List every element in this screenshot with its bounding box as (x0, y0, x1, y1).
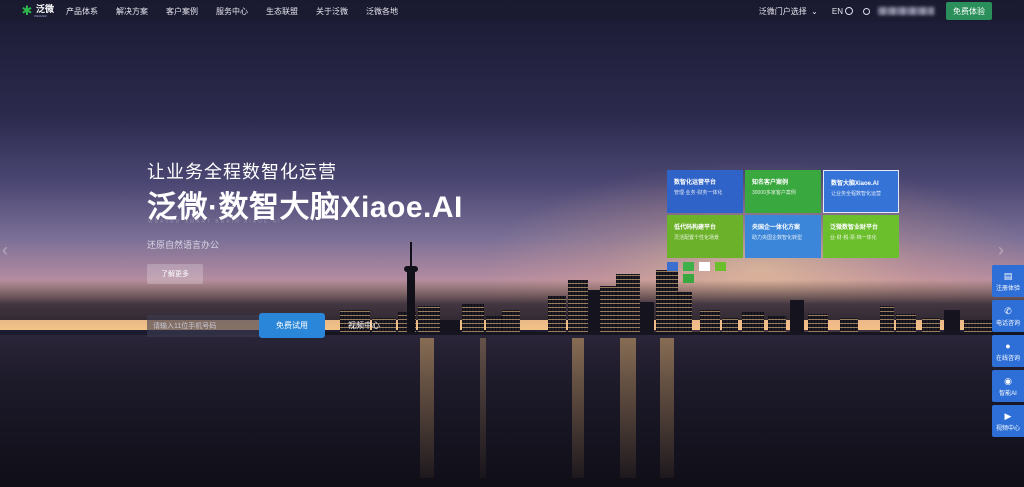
tile-title: 数智化运营平台 (674, 180, 717, 186)
tile-title: 央国企一体化方案 (752, 225, 801, 231)
tile-dot[interactable] (683, 262, 694, 271)
eye-icon: ◉ (1004, 375, 1012, 386)
nav-right: 泛微门户选择 ⌄ EN 免费体验 (759, 0, 1024, 22)
user-icon: ● (1005, 340, 1011, 351)
logo-gear-icon: ✱ (21, 3, 33, 18)
free-trial-button[interactable]: 免费体验 (946, 2, 992, 20)
video-center-link[interactable]: 视频中心 (348, 320, 380, 331)
tile-dot[interactable] (683, 274, 694, 283)
hero-description: 还原自然语言办公 (147, 240, 220, 250)
nav-item-about[interactable]: 关于泛微 (316, 6, 348, 17)
blurred-phone-number (878, 7, 934, 15)
float-phone-consult[interactable]: ✆ 电话咨询 (992, 300, 1024, 332)
float-label: 视频中心 (995, 425, 1020, 432)
nav-item-products[interactable]: 产品体系 (66, 6, 98, 17)
float-smart-ai[interactable]: ◉ 智能AI (992, 370, 1024, 402)
water-reflection (572, 338, 584, 478)
portal-select-label: 泛微门户选择 (758, 6, 807, 16)
hero-subtitle: 让业务全程数智化运营 (147, 162, 337, 182)
tile-desc: 30000多家客户案例 (752, 190, 796, 196)
water-reflection (420, 338, 434, 478)
tile-operations-platform[interactable]: 数智化运营平台 管理·业务·财务一体化 (667, 170, 743, 213)
tile-desc: 灵活配置个性化场景 (674, 235, 720, 241)
tile-desc: 助力央国企数智化转型 (752, 235, 803, 241)
float-video-center[interactable]: ▶ 视频中心 (992, 405, 1024, 437)
tile-desc: 让业务全程数智化运营 (831, 191, 882, 197)
free-try-button[interactable]: 免费试用 (259, 313, 325, 338)
logo[interactable]: ✱ 泛微 WEAVER (20, 4, 64, 18)
float-label: 在线咨询 (995, 355, 1020, 362)
portal-select[interactable]: 泛微门户选择 ⌄ (759, 6, 818, 17)
globe-icon (845, 7, 853, 15)
tile-finance-platform[interactable]: 泛微数智业财平台 业·财·税·票·档一体化 (823, 215, 899, 258)
water-reflection (480, 338, 486, 478)
lake-water (0, 335, 1024, 487)
top-nav: ✱ 泛微 WEAVER 产品体系 解决方案 客户案例 服务中心 生态联盟 关于泛… (0, 0, 1024, 22)
learn-more-button[interactable]: 了解更多 (147, 264, 203, 284)
tile-dot[interactable] (699, 262, 710, 271)
tile-dot[interactable] (667, 262, 678, 271)
video-icon: ▶ (1004, 410, 1012, 421)
search-icon[interactable] (863, 7, 870, 15)
tile-title: 低代码构建平台 (674, 225, 717, 231)
slider-next-arrow-icon[interactable]: › (998, 240, 1004, 261)
tile-title: 泛微数智业财平台 (830, 225, 879, 231)
logo-text: 泛微 (36, 3, 55, 14)
language-switch[interactable]: EN (832, 7, 853, 16)
nav-item-cases[interactable]: 客户案例 (166, 6, 198, 17)
tile-desc: 业·财·税·票·档一体化 (830, 235, 877, 241)
slider-prev-arrow-icon[interactable]: ‹ (2, 240, 8, 261)
chevron-down-icon: ⌄ (808, 6, 818, 16)
nav-item-service[interactable]: 服务中心 (216, 6, 248, 17)
language-label: EN (831, 6, 843, 16)
chat-icon: ▤ (1003, 270, 1013, 281)
nav-item-solutions[interactable]: 解决方案 (116, 6, 148, 17)
logo-subtext: WEAVER (34, 13, 47, 18)
tile-dot[interactable] (715, 262, 726, 271)
tile-title: 知名客户案例 (752, 180, 789, 186)
tile-xiaoe-ai[interactable]: 数智大脑Xiaoe.AI 让业务全程数智化运营 (823, 170, 899, 213)
tile-desc: 管理·业务·财务一体化 (674, 190, 723, 196)
float-label: 电话咨询 (995, 320, 1020, 327)
nav-menu: 产品体系 解决方案 客户案例 服务中心 生态联盟 关于泛微 泛微各地 (66, 6, 416, 17)
phone-icon: ✆ (1004, 305, 1012, 316)
tile-low-code[interactable]: 低代码构建平台 灵活配置个性化场景 (667, 215, 743, 258)
phone-input[interactable] (147, 315, 259, 337)
nav-item-regions[interactable]: 泛微各地 (366, 6, 398, 17)
hero-watermark: WEAVER SMART BRAIN XIAOE.AI (148, 219, 282, 225)
float-register-trial[interactable]: ▤ 注册体验 (992, 265, 1024, 297)
tile-soe-solution[interactable]: 央国企一体化方案 助力央国企数智化转型 (745, 215, 821, 258)
float-label: 智能AI (999, 390, 1017, 397)
nav-item-ecosystem[interactable]: 生态联盟 (266, 6, 298, 17)
water-reflection (660, 338, 674, 478)
tile-title: 数智大脑Xiaoe.AI (831, 181, 879, 187)
water-reflection (620, 338, 636, 478)
float-label: 注册体验 (995, 285, 1020, 292)
tile-customer-cases[interactable]: 知名客户案例 30000多家客户案例 (745, 170, 821, 213)
float-online-consult[interactable]: ● 在线咨询 (992, 335, 1024, 367)
